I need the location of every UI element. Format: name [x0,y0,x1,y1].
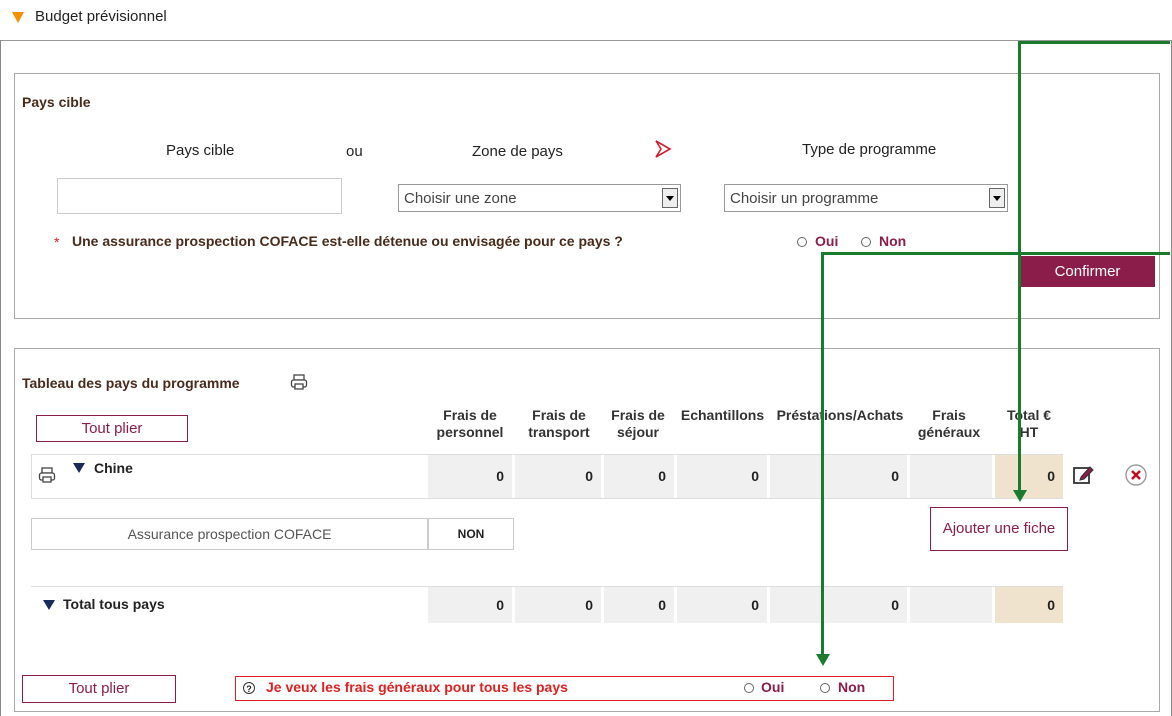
print-icon[interactable] [290,373,308,394]
tout-plier-button-bottom[interactable]: Tout plier [22,675,176,703]
print-icon[interactable] [38,466,56,487]
chevron-down-icon[interactable] [662,188,678,208]
annotation-arrow-line [1018,41,1021,492]
frais-oui-radio[interactable] [744,683,754,693]
pays-cible-label: Pays cible [166,142,235,159]
pays-cible-input[interactable] [57,178,342,214]
col-echantillons[interactable]: Echantillons [675,407,770,424]
coface-question: Une assurance prospection COFACE est-ell… [72,233,623,249]
frais-generaux-question: Je veux les frais généraux pour tous les… [266,679,568,695]
cell-prestations: 0 [770,455,907,498]
expand-triangle-icon[interactable] [43,600,55,610]
expand-triangle-icon[interactable] [73,463,85,473]
chevron-down-icon[interactable] [989,188,1005,208]
pays-cible-section-title: Pays cible [22,94,91,110]
tout-plier-button[interactable]: Tout plier [36,415,188,442]
panel-title: Budget prévisionnel [35,8,167,25]
coface-non-radio[interactable] [861,237,871,247]
edit-icon[interactable] [1071,463,1095,490]
coface-non-label: Non [879,233,907,249]
zone-select-value: Choisir une zone [404,190,517,207]
help-icon[interactable]: ? [243,682,255,694]
col-frais-sejour[interactable]: Frais de séjour [603,407,673,441]
country-name: Chine [94,460,133,476]
col-prestations-achats[interactable]: Préstations/Achats [765,407,915,424]
zone-de-pays-label: Zone de pays [472,143,563,160]
panel-header[interactable]: Budget prévisionnel [0,0,1172,41]
annotation-arrow-line [821,252,824,656]
tableau-title: Tableau des pays du programme [22,375,240,391]
total-frais-sejour: 0 [604,587,674,623]
total-total: 0 [995,587,1063,623]
programme-select-value: Choisir un programme [730,190,879,207]
ou-label: ou [346,143,363,160]
cell-frais-sejour: 0 [604,455,674,498]
annotation-arrow-line [1018,41,1170,44]
cell-echantillons: 0 [677,455,767,498]
delete-icon[interactable] [1124,463,1148,490]
assurance-label: Assurance prospection COFACE [31,518,428,550]
frais-non-label: Non [838,679,866,695]
total-prestations: 0 [770,587,907,623]
frais-oui-label: Oui [761,679,785,695]
col-frais-transport[interactable]: Frais de transport [515,407,603,441]
cell-frais-personnel: 0 [428,455,512,498]
total-frais-generaux [910,587,992,623]
cell-total: 0 [995,455,1063,498]
total-echantillons: 0 [677,587,767,623]
zone-select[interactable]: Choisir une zone [398,184,681,212]
annotation-arrowhead-icon [1013,490,1027,502]
frais-non-radio[interactable] [820,683,830,693]
confirm-button[interactable]: Confirmer [1020,256,1155,287]
assurance-value: NON [428,518,514,550]
annotation-arrow-line [821,252,1170,255]
required-mark: * [54,234,60,250]
type-programme-label: Type de programme [802,141,937,158]
annotation-arrowhead-icon [816,654,830,666]
col-frais-personnel[interactable]: Frais de personnel [428,407,512,441]
programme-select[interactable]: Choisir un programme [724,184,1008,212]
total-label: Total tous pays [63,596,165,612]
total-frais-personnel: 0 [428,587,512,623]
col-total-ht[interactable]: Total € HT [995,407,1063,441]
send-arrow-icon[interactable] [654,139,672,162]
total-frais-transport: 0 [515,587,601,623]
collapse-triangle-icon[interactable] [12,12,24,23]
cell-frais-generaux [910,455,992,498]
coface-oui-label: Oui [815,233,839,249]
ajouter-fiche-button[interactable]: Ajouter une fiche [930,507,1068,551]
cell-frais-transport: 0 [515,455,601,498]
coface-oui-radio[interactable] [797,237,807,247]
col-frais-generaux[interactable]: Frais généraux [914,407,984,441]
